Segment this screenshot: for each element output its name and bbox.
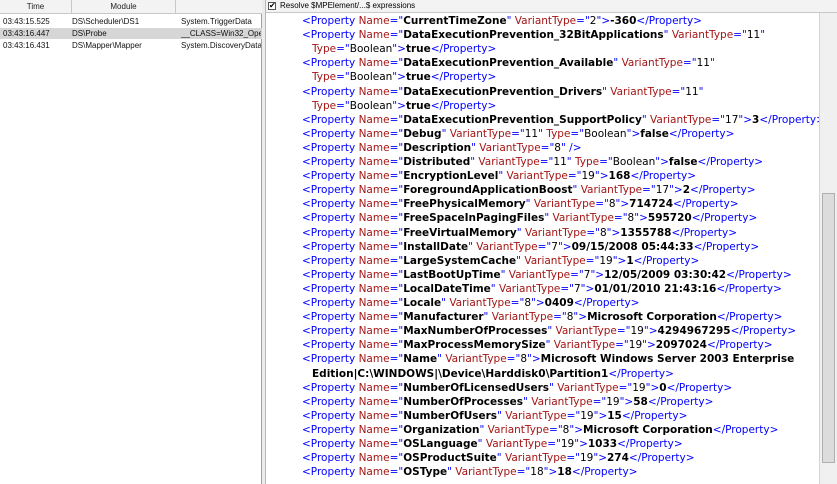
xml-line: <Property Name="InstallDate" VariantType…: [302, 240, 760, 253]
xml-line: <Property Name="ForegroundApplicationBoo…: [302, 184, 756, 197]
xml-line: <Property Name="Locale" VariantType="8">…: [302, 297, 640, 309]
xml-line: <Property Name="EncryptionLevel" Variant…: [302, 170, 697, 183]
cell-data: System.DiscoveryData: [181, 41, 261, 50]
xml-line: <Property Name="Description" VariantType…: [302, 141, 582, 154]
resolve-toolbar: ✔ Resolve $MPElement/...$ expressions: [266, 0, 837, 13]
detail-pane: ✔ Resolve $MPElement/...$ expressions <P…: [266, 0, 837, 484]
trace-grid-pane: Time Module 03:43:15.525 DS\Scheduler\DS1…: [0, 0, 262, 484]
cell-module: DS\Mapper\Mapper: [72, 41, 142, 50]
cell-module: DS\Probe: [72, 29, 107, 38]
xml-line: Edition|C:\WINDOWS|\Device\Harddisk0\Par…: [312, 367, 674, 380]
xml-line: <Property Name="LargeSystemCache" Varian…: [302, 254, 700, 267]
xml-line: <Property Name="Organization" VariantTyp…: [302, 423, 779, 436]
xml-line: <Property Name="FreePhysicalMemory" Vari…: [302, 198, 739, 211]
cell-data: System.TriggerData: [181, 17, 252, 26]
resolve-checkbox-label: Resolve $MPElement/...$ expressions: [280, 1, 416, 10]
xml-line: <Property Name="LocalDateTime" VariantTy…: [302, 282, 782, 295]
xml-line: <Property Name="DataExecutionPrevention_…: [302, 113, 819, 126]
xml-line: <Property Name="OSLanguage" VariantType=…: [302, 438, 683, 450]
xml-line: Type="Boolean">true</Property>: [312, 43, 497, 56]
scrollbar-thumb[interactable]: [822, 193, 835, 463]
column-header-data[interactable]: [176, 0, 262, 13]
table-row[interactable]: 03:43:16.447 DS\Probe __CLASS=Win32_Oper: [0, 28, 262, 39]
xml-line: Type="Boolean">true</Property>: [312, 99, 497, 112]
xml-line: <Property Name="MaxNumberOfProcesses" Va…: [302, 325, 797, 338]
resolve-checkbox[interactable]: ✔: [268, 2, 276, 10]
cell-module: DS\Scheduler\DS1: [72, 17, 140, 26]
xml-line: <Property Name="FreeVirtualMemory" Varia…: [302, 226, 738, 239]
xml-line: <Property Name="Manufacturer" VariantTyp…: [302, 311, 783, 324]
xml-line: <Property Name="Name" VariantType="8">Mi…: [302, 353, 795, 366]
xml-line: <Property Name="NumberOfLicensedUsers" V…: [302, 381, 733, 394]
cell-time: 03:43:16.447: [3, 29, 50, 38]
xml-line: <Property Name="OSProductSuite" VariantT…: [302, 452, 695, 465]
xml-line: Type="Boolean">true</Property>: [312, 71, 497, 84]
table-row[interactable]: 03:43:16.431 DS\Mapper\Mapper System.Disco…: [0, 40, 262, 51]
xml-line: <Property Name="LastBootUpTime" VariantT…: [302, 268, 792, 281]
xml-line: <Property Name="DataExecutionPrevention_…: [302, 85, 704, 98]
xml-line: <Property Name="MaxProcessMemorySize" Va…: [302, 339, 773, 352]
grid-header: Time Module: [0, 0, 262, 14]
xml-line: <Property Name="Debug" VariantType="11" …: [302, 127, 735, 140]
column-header-time[interactable]: Time: [0, 0, 72, 13]
vertical-scrollbar[interactable]: [819, 13, 837, 484]
xml-line: <Property Name="NumberOfProcesses" Varia…: [302, 395, 714, 408]
cell-time: 03:43:16.431: [3, 41, 50, 50]
xml-line: <Property Name="DataExecutionPrevention_…: [302, 57, 715, 70]
cell-time: 03:43:15.525: [3, 17, 50, 26]
xml-line: <Property Name="FreeSpaceInPagingFiles" …: [302, 212, 758, 225]
cell-data: __CLASS=Win32_Oper: [181, 29, 261, 38]
table-row[interactable]: 03:43:15.525 DS\Scheduler\DS1 System.Trigg…: [0, 16, 262, 27]
xml-line: <Property Name="OSType" VariantType="18"…: [302, 466, 638, 479]
column-header-module[interactable]: Module: [72, 0, 176, 13]
xml-view: <Property Name="CurrentTimeZone" Variant…: [266, 13, 819, 484]
xml-line: <Property Name="DataExecutionPrevention_…: [302, 29, 766, 42]
xml-line: <Property Name="NumberOfUsers" VariantTy…: [302, 409, 688, 422]
xml-line: <Property Name="CurrentTimeZone" Variant…: [302, 15, 702, 27]
xml-line: <Property Name="Distributed" VariantType…: [302, 156, 764, 168]
